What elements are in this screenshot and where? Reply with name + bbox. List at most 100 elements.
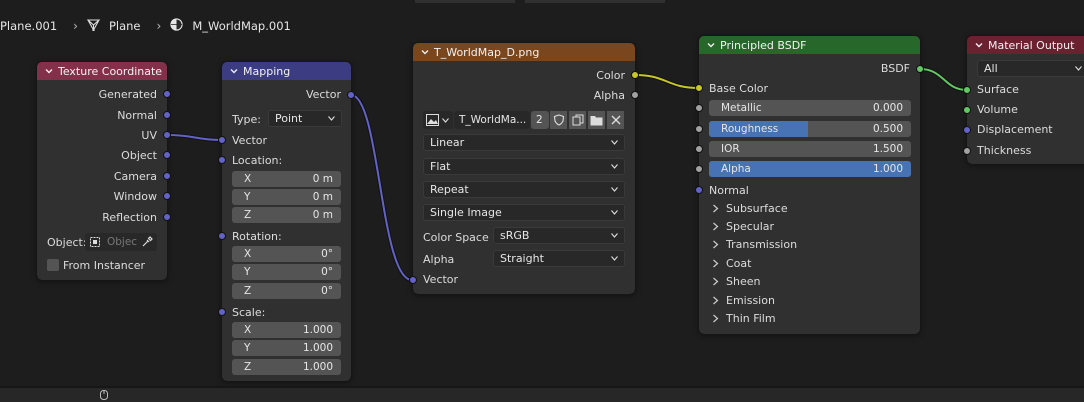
fake-user-button[interactable] <box>550 111 567 129</box>
socket-normal[interactable] <box>695 186 703 194</box>
open-image-button[interactable] <box>588 111 605 129</box>
socket-camera[interactable] <box>163 172 171 180</box>
socket-alpha[interactable] <box>695 165 703 173</box>
projection-dropdown[interactable]: Flat <box>423 158 625 175</box>
alpha-mode-value: Straight <box>500 252 544 265</box>
panel-sheen[interactable]: Sheen <box>711 275 760 288</box>
panel-coat[interactable]: Coat <box>711 257 751 270</box>
object-label: Object: <box>47 236 87 249</box>
rotation-x-field[interactable]: X 0° <box>232 246 341 262</box>
socket-ior[interactable] <box>695 145 703 153</box>
scale-z-field[interactable]: Z 1.000 <box>232 359 341 375</box>
socket-alpha-output[interactable] <box>631 91 639 99</box>
panel-emission[interactable]: Emission <box>711 294 775 307</box>
shield-icon <box>553 114 564 126</box>
chevron-down-icon <box>611 187 618 192</box>
rotation-label: Rotation: <box>232 230 282 243</box>
socket-mapping-output[interactable] <box>347 91 355 99</box>
node-editor-canvas[interactable]: Plane.001 › Plane › M_WorldMap.001 Textu… <box>0 0 1084 402</box>
chevron-down-icon <box>611 164 618 169</box>
type-dropdown[interactable]: Point <box>268 110 342 127</box>
user-count-button[interactable]: 2 <box>531 111 549 129</box>
object-picker-field[interactable]: Objec <box>85 233 157 251</box>
socket-uv[interactable] <box>163 131 171 139</box>
location-y-field[interactable]: Y 0 m <box>232 189 341 205</box>
panel-transmission[interactable]: Transmission <box>711 238 797 251</box>
rotation-z-field[interactable]: Z 0° <box>232 283 341 299</box>
panel-subsurface[interactable]: Subsurface <box>711 202 788 215</box>
field-value: 0° <box>321 248 333 260</box>
socket-reflection[interactable] <box>163 213 171 221</box>
socket-displacement[interactable] <box>963 126 971 134</box>
header-button-fragment[interactable] <box>415 0 515 3</box>
chevron-down-icon[interactable] <box>974 40 984 50</box>
mapping-node[interactable]: Mapping Vector Type: Point Vector Locati… <box>221 61 352 382</box>
target-dropdown[interactable]: All <box>977 60 1084 77</box>
node-header[interactable]: T_WorldMap_D.png <box>413 43 635 61</box>
chevron-down-icon[interactable] <box>706 40 716 50</box>
duplicate-image-button[interactable] <box>569 111 586 129</box>
node-title: T_WorldMap_D.png <box>434 45 540 59</box>
panel-specular[interactable]: Specular <box>711 220 774 233</box>
material-output-node[interactable]: Material Output All Surface Volume Displ… <box>966 35 1084 165</box>
socket-volume[interactable] <box>963 106 971 114</box>
socket-generated[interactable] <box>163 90 171 98</box>
interpolation-dropdown[interactable]: Linear <box>423 134 625 151</box>
chevron-down-icon[interactable] <box>44 66 54 76</box>
socket-metallic[interactable] <box>695 104 703 112</box>
ior-field[interactable]: IOR 1.500 <box>709 141 911 157</box>
chevron-down-icon <box>328 116 335 121</box>
socket-image-vector-in[interactable] <box>409 276 417 284</box>
output-color: Color <box>596 69 625 82</box>
unlink-image-button[interactable] <box>607 111 624 129</box>
chevron-down-icon[interactable] <box>420 47 430 57</box>
socket-rotation[interactable] <box>218 232 226 240</box>
panel-label: Thin Film <box>726 312 776 325</box>
color-space-dropdown[interactable]: sRGB <box>493 227 625 244</box>
socket-roughness[interactable] <box>695 125 703 133</box>
node-header[interactable]: Texture Coordinate <box>37 62 167 80</box>
socket-object[interactable] <box>163 151 171 159</box>
texture-coordinate-node[interactable]: Texture Coordinate Generated Normal UV O… <box>36 61 168 281</box>
duplicate-icon <box>572 114 583 126</box>
node-header[interactable]: Principled BSDF <box>699 36 920 54</box>
socket-color-output[interactable] <box>631 71 639 79</box>
principled-bsdf-node[interactable]: Principled BSDF BSDF Base Color Metallic… <box>698 35 921 335</box>
socket-window[interactable] <box>163 192 171 200</box>
vector-input-label: Vector <box>423 273 459 286</box>
socket-mapping-vector-in[interactable] <box>218 136 226 144</box>
scale-x-field[interactable]: X 1.000 <box>232 322 341 338</box>
header-button-fragment[interactable] <box>525 0 665 3</box>
image-texture-node[interactable]: T_WorldMap_D.png Color Alpha T_WorldMa..… <box>412 42 636 295</box>
socket-thickness[interactable] <box>963 147 971 155</box>
image-browse-button[interactable] <box>423 111 453 129</box>
socket-location[interactable] <box>218 156 226 164</box>
panel-thin-film[interactable]: Thin Film <box>711 312 776 325</box>
from-instancer-checkbox[interactable] <box>47 259 59 271</box>
rotation-y-field[interactable]: Y 0° <box>232 264 341 280</box>
image-name-field[interactable]: T_WorldMa... <box>454 111 530 129</box>
socket-scale[interactable] <box>218 308 226 316</box>
object-placeholder: Objec <box>107 236 138 248</box>
socket-bsdf-output[interactable] <box>916 65 924 73</box>
node-header[interactable]: Mapping <box>222 62 351 80</box>
node-header[interactable]: Material Output <box>967 36 1084 54</box>
link-color-to-basecolor <box>634 73 700 90</box>
extension-dropdown[interactable]: Repeat <box>423 181 625 198</box>
scale-y-field[interactable]: Y 1.000 <box>232 340 341 356</box>
slider-label: Roughness <box>721 123 779 135</box>
socket-surface[interactable] <box>963 86 971 94</box>
chevron-right-icon <box>713 222 719 231</box>
alpha-mode-dropdown[interactable]: Straight <box>493 250 625 267</box>
socket-base-color[interactable] <box>695 84 703 92</box>
alpha-slider[interactable]: Alpha 1.000 <box>709 161 911 177</box>
source-dropdown[interactable]: Single Image <box>423 204 625 221</box>
location-x-field[interactable]: X 0 m <box>232 171 341 187</box>
chevron-down-icon[interactable] <box>229 66 239 76</box>
metallic-slider[interactable]: Metallic 0.000 <box>709 100 911 116</box>
eyedropper-icon[interactable] <box>141 236 153 248</box>
location-z-field[interactable]: Z 0 m <box>232 207 341 223</box>
roughness-slider[interactable]: Roughness 0.500 <box>709 121 911 137</box>
socket-normal[interactable] <box>163 111 171 119</box>
target-value: All <box>984 62 998 75</box>
